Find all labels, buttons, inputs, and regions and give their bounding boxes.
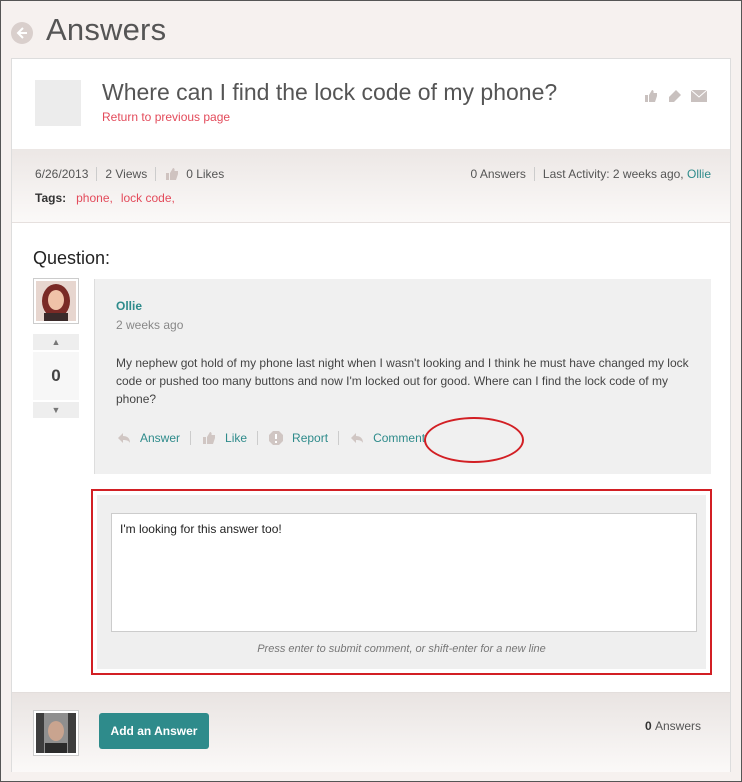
question-title: Where can I find the lock code of my pho… bbox=[102, 79, 558, 105]
meta-stats: 6/26/2013 2 Views 0 Likes bbox=[35, 167, 224, 181]
like-label: Like bbox=[225, 431, 248, 445]
tags-row: Tags: phone, lock code, bbox=[35, 191, 183, 205]
post-time: 2 weeks ago bbox=[116, 318, 184, 332]
comment-highlight-circle bbox=[424, 417, 524, 463]
comment-textarea[interactable]: I'm looking for this answer too! bbox=[111, 513, 697, 632]
question-toolbar bbox=[643, 88, 707, 104]
meta-activity: 0 Answers Last Activity: 2 weeks ago, Ol… bbox=[471, 167, 711, 181]
report-icon bbox=[268, 431, 284, 445]
thumbs-up-icon bbox=[201, 431, 217, 445]
page-header: Answers bbox=[0, 0, 742, 58]
post-body: My nephew got hold of my phone last nigh… bbox=[116, 356, 689, 406]
reply-icon bbox=[116, 431, 132, 445]
upvote-button[interactable]: ▲ bbox=[33, 334, 79, 350]
app-title: Answers bbox=[46, 12, 167, 47]
post-actions: Answer Like Report Comment bbox=[116, 431, 425, 445]
question-thumbnail bbox=[35, 80, 81, 126]
answer-label: Answer bbox=[140, 431, 181, 445]
tag-phone[interactable]: phone, bbox=[76, 191, 113, 205]
question-body-panel: Ollie 2 weeks ago My nephew got hold of … bbox=[94, 279, 711, 474]
downvote-button[interactable]: ▼ bbox=[33, 402, 79, 418]
answer-footer: Add an Answer 0 Answers bbox=[12, 692, 730, 772]
vote-count: 0 bbox=[33, 352, 79, 400]
comment-icon bbox=[349, 431, 365, 445]
tag-lock-code[interactable]: lock code, bbox=[121, 191, 175, 205]
footer-count-number: 0 bbox=[644, 719, 652, 733]
meta-band: 6/26/2013 2 Views 0 Likes 0 Answers Last… bbox=[12, 149, 730, 223]
tags-label: Tags: bbox=[35, 191, 67, 205]
question-heading: Question: bbox=[33, 248, 111, 268]
view-count: 2 Views bbox=[105, 167, 148, 181]
email-icon[interactable] bbox=[691, 88, 707, 104]
report-action[interactable]: Report bbox=[268, 431, 328, 445]
answer-action[interactable]: Answer bbox=[116, 431, 180, 445]
answers-count: 0 Answers bbox=[470, 167, 526, 181]
comment-hint: Press enter to submit comment, or shift-… bbox=[257, 643, 546, 655]
tag-icon[interactable] bbox=[667, 88, 683, 104]
post-date: 6/26/2013 bbox=[35, 167, 89, 181]
thumbs-up-icon[interactable] bbox=[643, 88, 659, 104]
like-count: 0 Likes bbox=[186, 167, 225, 181]
report-label: Report bbox=[292, 431, 329, 445]
last-activity: Last Activity: 2 weeks ago, bbox=[542, 167, 684, 181]
footer-answers-count: 0 Answers bbox=[645, 719, 701, 733]
add-answer-button[interactable]: Add an Answer bbox=[99, 713, 209, 749]
user-avatar[interactable] bbox=[33, 710, 79, 756]
avatar[interactable] bbox=[33, 278, 79, 324]
comment-action[interactable]: Comment bbox=[349, 431, 425, 445]
comment-highlight-frame: I'm looking for this answer too! Press e… bbox=[91, 489, 712, 675]
return-link[interactable]: Return to previous page bbox=[102, 110, 230, 124]
footer-count-label: Answers bbox=[654, 719, 701, 733]
comment-box: I'm looking for this answer too! Press e… bbox=[97, 495, 706, 669]
back-arrow-icon[interactable] bbox=[11, 22, 33, 44]
vote-widget: ▲ 0 ▼ bbox=[33, 334, 79, 418]
like-action[interactable]: Like bbox=[201, 431, 247, 445]
question-card: Where can I find the lock code of my pho… bbox=[11, 58, 731, 772]
like-icon bbox=[164, 167, 180, 181]
comment-label: Comment bbox=[373, 431, 426, 445]
post-author[interactable]: Ollie bbox=[116, 299, 142, 313]
last-activity-user[interactable]: Ollie bbox=[687, 167, 711, 181]
